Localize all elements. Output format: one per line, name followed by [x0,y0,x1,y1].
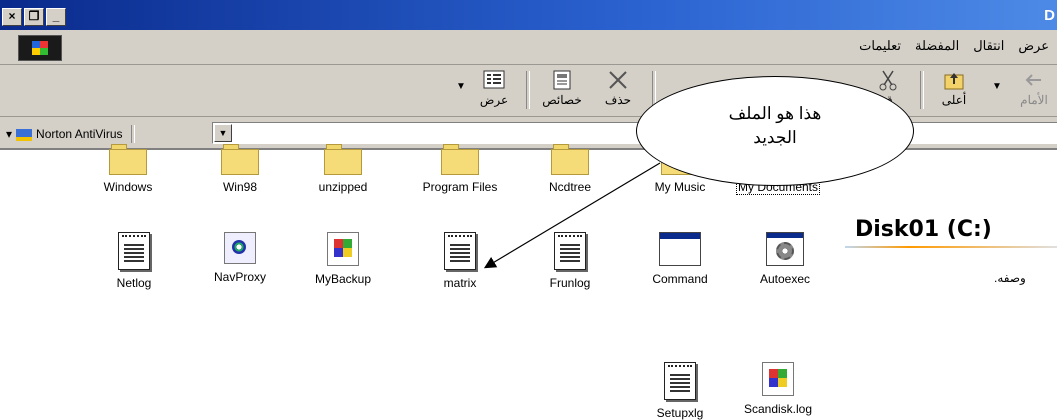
callout-arrow [483,162,661,269]
